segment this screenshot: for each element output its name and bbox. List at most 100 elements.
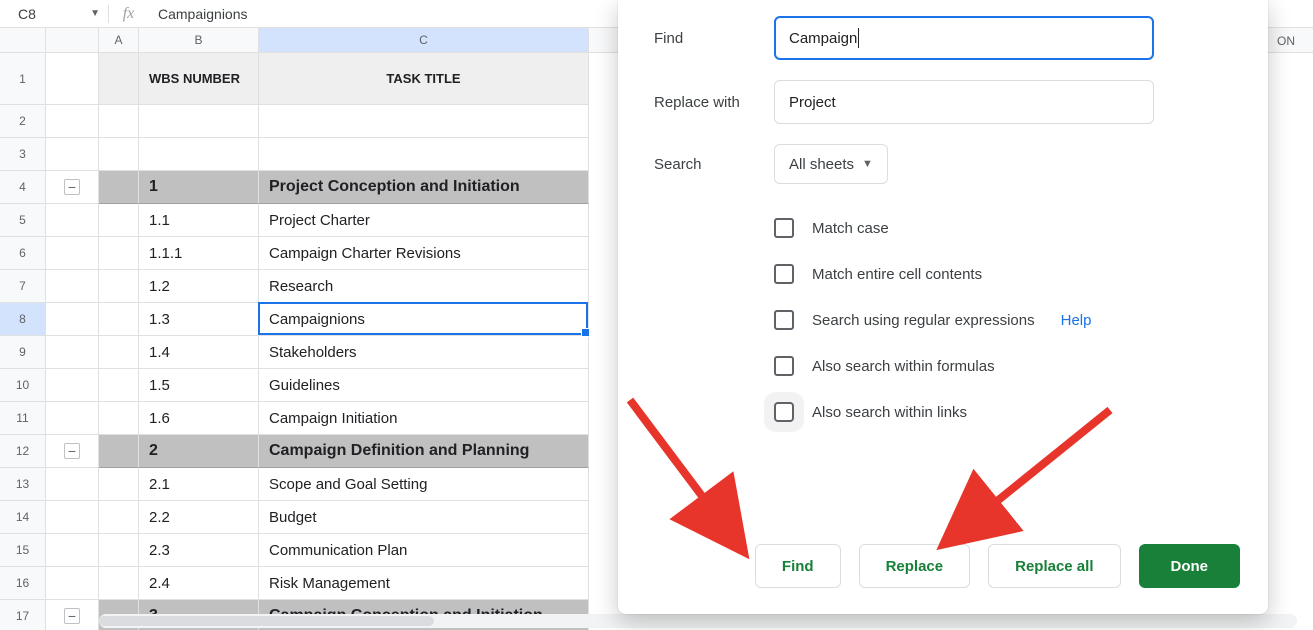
find-input[interactable]: Campaign: [774, 16, 1154, 60]
entire-cell-checkbox[interactable]: [774, 264, 794, 284]
cell[interactable]: 2.1: [139, 468, 259, 501]
cell[interactable]: [99, 468, 139, 501]
name-box-value: C8: [18, 6, 36, 22]
search-scope-select[interactable]: All sheets ▼: [774, 144, 888, 184]
cell[interactable]: [99, 435, 139, 468]
cell[interactable]: Project Conception and Initiation: [259, 171, 589, 204]
cell[interactable]: [99, 53, 139, 105]
name-box[interactable]: C8 ▼: [0, 6, 108, 22]
cell[interactable]: [139, 138, 259, 171]
group-gutter: [46, 534, 99, 567]
group-gutter: [46, 336, 99, 369]
cell[interactable]: 1.1: [139, 204, 259, 237]
replace-button[interactable]: Replace: [859, 544, 971, 588]
cell[interactable]: [99, 567, 139, 600]
regex-checkbox[interactable]: [774, 310, 794, 330]
cell[interactable]: [139, 105, 259, 138]
cell[interactable]: [99, 369, 139, 402]
cell[interactable]: [99, 303, 139, 336]
replace-input[interactable]: [774, 80, 1154, 124]
row-header[interactable]: 17: [0, 600, 46, 630]
group-gutter: [46, 105, 99, 138]
row-header[interactable]: 3: [0, 138, 46, 171]
select-all-corner[interactable]: [0, 28, 46, 52]
cell[interactable]: Stakeholders: [259, 336, 589, 369]
row-header[interactable]: 12: [0, 435, 46, 468]
row-header[interactable]: 5: [0, 204, 46, 237]
cell[interactable]: WBS NUMBER: [139, 53, 259, 105]
group-collapse-toggle[interactable]: −: [64, 443, 80, 459]
chevron-down-icon: ▼: [862, 158, 873, 170]
cell[interactable]: [259, 138, 589, 171]
cell[interactable]: Campaign Charter Revisions: [259, 237, 589, 270]
cell[interactable]: 1: [139, 171, 259, 204]
cell[interactable]: [259, 105, 589, 138]
cell[interactable]: [99, 105, 139, 138]
row-header[interactable]: 9: [0, 336, 46, 369]
cell[interactable]: Communication Plan: [259, 534, 589, 567]
find-button[interactable]: Find: [755, 544, 841, 588]
formula-input[interactable]: Campaignions: [148, 6, 248, 22]
replace-all-button[interactable]: Replace all: [988, 544, 1120, 588]
cell[interactable]: 1.6: [139, 402, 259, 435]
cell[interactable]: [99, 270, 139, 303]
row-header[interactable]: 1: [0, 53, 46, 105]
cell[interactable]: 1.1.1: [139, 237, 259, 270]
cell[interactable]: 2.3: [139, 534, 259, 567]
row-header[interactable]: 14: [0, 501, 46, 534]
row-header[interactable]: 11: [0, 402, 46, 435]
group-collapse-toggle[interactable]: −: [64, 608, 80, 624]
cell[interactable]: [99, 336, 139, 369]
group-gutter-header: [46, 28, 99, 52]
cell[interactable]: Project Charter: [259, 204, 589, 237]
row-header[interactable]: 10: [0, 369, 46, 402]
cell[interactable]: 1.5: [139, 369, 259, 402]
cell[interactable]: TASK TITLE: [259, 53, 589, 105]
column-header[interactable]: A: [99, 28, 139, 52]
cell[interactable]: [99, 171, 139, 204]
search-label: Search: [654, 156, 774, 173]
cell[interactable]: 1.4: [139, 336, 259, 369]
row-header[interactable]: 13: [0, 468, 46, 501]
row-header[interactable]: 2: [0, 105, 46, 138]
cell[interactable]: [99, 237, 139, 270]
horizontal-scrollbar[interactable]: [99, 614, 1297, 628]
scrollbar-thumb[interactable]: [99, 616, 434, 626]
regex-help-link[interactable]: Help: [1061, 312, 1092, 329]
cell[interactable]: [99, 501, 139, 534]
column-header-fragment: ON: [1273, 29, 1313, 53]
row-header[interactable]: 7: [0, 270, 46, 303]
cell[interactable]: Guidelines: [259, 369, 589, 402]
links-checkbox[interactable]: [774, 402, 794, 422]
cell[interactable]: [99, 138, 139, 171]
cell[interactable]: 2: [139, 435, 259, 468]
formulas-checkbox[interactable]: [774, 356, 794, 376]
row-header[interactable]: 8: [0, 303, 46, 336]
row-header[interactable]: 6: [0, 237, 46, 270]
column-header[interactable]: C: [259, 28, 589, 52]
done-button[interactable]: Done: [1139, 544, 1241, 588]
cell[interactable]: [99, 534, 139, 567]
row-header[interactable]: 4: [0, 171, 46, 204]
text-caret: [857, 28, 859, 48]
cell[interactable]: Risk Management: [259, 567, 589, 600]
entire-cell-label: Match entire cell contents: [812, 266, 982, 283]
cell[interactable]: Campaignions: [259, 303, 589, 336]
cell[interactable]: 1.2: [139, 270, 259, 303]
cell[interactable]: [99, 402, 139, 435]
group-gutter: [46, 237, 99, 270]
row-header[interactable]: 16: [0, 567, 46, 600]
match-case-checkbox[interactable]: [774, 218, 794, 238]
cell[interactable]: 2.4: [139, 567, 259, 600]
cell[interactable]: 1.3: [139, 303, 259, 336]
column-header[interactable]: B: [139, 28, 259, 52]
row-header[interactable]: 15: [0, 534, 46, 567]
cell[interactable]: [99, 204, 139, 237]
cell[interactable]: Research: [259, 270, 589, 303]
cell[interactable]: Campaign Definition and Planning: [259, 435, 589, 468]
cell[interactable]: 2.2: [139, 501, 259, 534]
cell[interactable]: Scope and Goal Setting: [259, 468, 589, 501]
cell[interactable]: Budget: [259, 501, 589, 534]
cell[interactable]: Campaign Initiation: [259, 402, 589, 435]
group-collapse-toggle[interactable]: −: [64, 179, 80, 195]
